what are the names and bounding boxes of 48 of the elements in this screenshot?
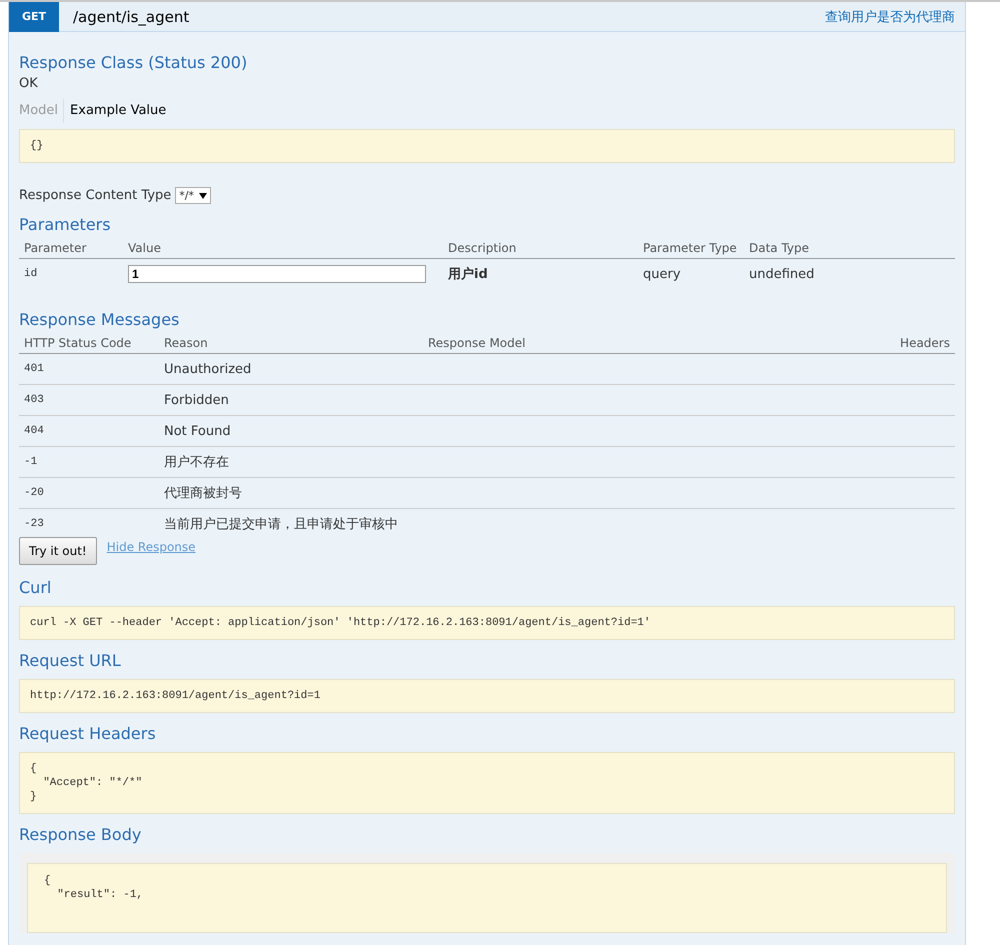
code-text: { "Accept": "*/*" } [30,762,144,804]
table-cell: id [19,258,123,289]
section-heading: Response Body [19,824,142,846]
table-cell: -20 [19,478,159,508]
operation-header[interactable]: GET /agent/is_agent 查询用户是否为代理商 [8,2,966,32]
code-text: http://172.16.2.163:8091/agent/is_agent?id=1 [30,689,322,703]
table-cell: 代理商被封号 [159,478,423,508]
column-header: Parameter Type [638,238,744,258]
operation-summary[interactable]: 查询用户是否为代理商 [825,8,955,26]
section-heading: Response Class (Status 200) [19,52,248,74]
column-header: Headers [875,333,955,354]
section-heading: Response Messages [19,309,180,331]
model-tab[interactable]: Example Value [70,99,172,123]
response-description: OK [19,76,39,91]
table-cell: 用户不存在 [159,446,423,478]
code-text: curl -X GET --header 'Accept: application/json' 'http://172.16.2.163:8091/agent/is_agent?id=1' [30,616,652,630]
column-header: Response Model [423,333,875,354]
dropdown-arrow-icon [198,192,207,198]
column-header: Description [443,238,638,258]
column-header: Parameter [19,238,123,258]
section-heading: Request Headers [19,723,157,745]
section-heading: Curl [19,577,52,599]
column-header: Data Type [744,238,955,258]
table-cell: 当前用户已提交申请，且申请处于审核中 [159,508,423,539]
table-cell: 用户id [443,258,638,289]
field-label: Response Content Type [19,188,172,203]
content-type-dropdown[interactable]: */* [175,187,211,204]
table-cell: Forbidden [159,384,423,416]
column-header: HTTP Status Code [19,333,159,354]
table-cell: 401 [19,354,159,384]
table-cell: query [638,258,744,289]
code-text: { "result": -1, [44,874,144,902]
table-cell: 403 [19,384,159,416]
table-cell: -23 [19,508,159,539]
value-input[interactable]: 1 [128,265,426,283]
section-heading: Parameters [19,214,112,236]
table-cell: 404 [19,416,159,446]
section-heading: Request URL [19,650,122,672]
endpoint-path: /agent/is_agent [73,8,190,26]
column-header: Value [123,238,443,258]
table-cell: Not Found [159,416,423,446]
table-cell: Unauthorized [159,354,423,384]
code-text: {} [30,139,44,153]
try-it-out-button[interactable]: Try it out! [19,537,97,565]
method-badge: GET [9,2,59,32]
column-header: Reason [159,333,423,354]
table-cell: undefined [744,258,955,289]
table-cell: -1 [19,446,159,478]
